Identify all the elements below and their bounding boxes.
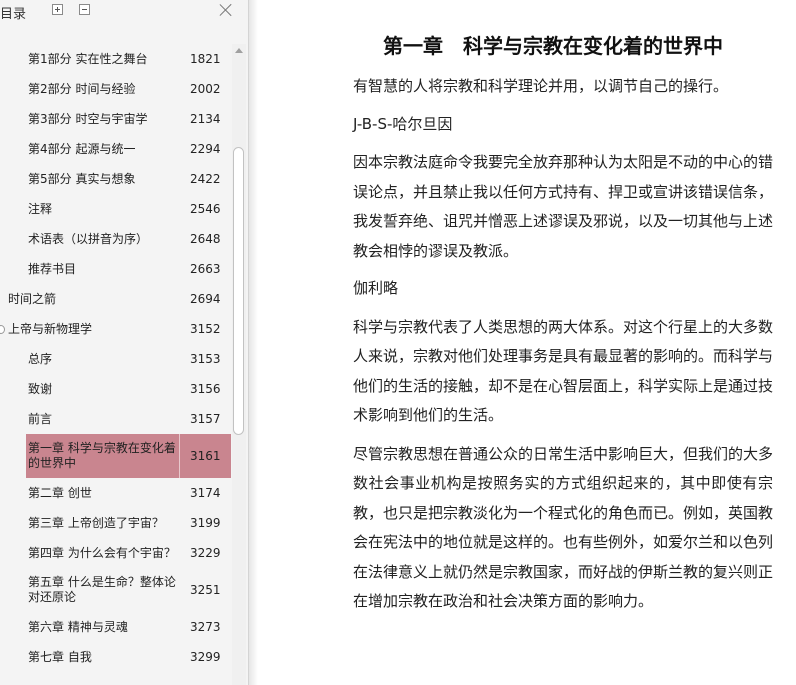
epigraph-text: 因本宗教法庭命令我要完全放弃那种认为太阳是不动的中心的错误论点，并且禁止我以任何… [353,153,774,260]
toc-item-label: 第2部分 时间与经验 [28,81,136,96]
toc-item[interactable]: 第五章 什么是生命？整体论对还原论 3251 [0,568,232,612]
toc-item-page: 2694 [190,292,221,306]
expand-node-icon[interactable] [0,325,5,334]
toc-item[interactable]: 第1部分 实在性之舞台 1821 [0,44,232,74]
toc-item-label: 注释 [28,201,53,216]
toc-item-page: 3152 [190,322,221,336]
toc-item-label: 第1部分 实在性之舞台 [28,51,148,66]
toc-item-page: 2422 [190,172,221,186]
chapter-title: 第一章 科学与宗教在变化着的世界中 [383,34,723,58]
toc-item-page: 3161 [190,449,221,463]
toc-item-page: 2648 [190,232,221,246]
toc-item[interactable]: 第3部分 时空与宇宙学 2134 [0,104,232,134]
toc-item[interactable]: 第三章 上帝创造了宇宙？ 3199 [0,508,232,538]
toc-item-label: 第二章 创世 [28,485,92,500]
epigraph-source: 伽利略 [353,279,399,297]
toc-header: 目录 [0,0,248,26]
toc-item-label: 第三章 上帝创造了宇宙？ [28,515,164,530]
toc-item-page: 3299 [190,650,221,664]
toc-item[interactable]: 总序 3153 [0,344,232,374]
toc-item[interactable]: 注释 2546 [0,194,232,224]
toc-item-label: 第四章 为什么会有个宇宙？ [28,545,176,560]
toc-item-page: 2546 [190,202,221,216]
toc-item-page: 3157 [190,412,221,426]
toc-item-page: 3156 [190,382,221,396]
toc-item[interactable]: 第二章 创世 3174 [0,478,232,508]
toc-item[interactable]: 致谢 3156 [0,374,232,404]
toc-sidebar: 目录 第1部分 实在性之舞台 1821 第2部分 时间与经验 2002 第3部分… [0,0,248,685]
toc-item-page: 2134 [190,112,221,126]
toc-item-page: 3199 [190,516,221,530]
toc-item-label: 术语表（以拼音为序） [28,231,149,246]
toc-item-label: 第七章 自我 [28,649,92,664]
toc-item[interactable]: 上帝与新物理学 3152 [0,314,232,344]
toc-item-page: 3174 [190,486,221,500]
toc-item-page: 3273 [190,620,221,634]
scroll-thumb[interactable] [233,147,244,435]
toc-item-selected[interactable]: 第一章 科学与宗教在变化着的世界中 3161 [0,434,232,478]
toc-item[interactable]: 时间之箭 2694 [0,284,232,314]
toc-item[interactable]: 术语表（以拼音为序） 2648 [0,224,232,254]
panel-splitter[interactable] [248,0,258,685]
toc-item-page: 3251 [190,583,221,597]
toc-item-page: 2002 [190,82,221,96]
toc-item-label: 第3部分 时空与宇宙学 [28,111,148,126]
toc-item-label: 第五章 什么是生命？整体论对还原论 [28,575,176,604]
expand-all-icon[interactable] [52,4,63,15]
body-paragraph: 尽管宗教思想在普通公众的日常生活中影响巨大，但我们的大多数社会事业机构是按照务实… [353,444,774,611]
toc-list: 第1部分 实在性之舞台 1821 第2部分 时间与经验 2002 第3部分 时空… [0,44,232,672]
scroll-up-arrow-icon[interactable] [235,48,243,53]
toc-item-label: 第5部分 真实与想象 [28,171,136,186]
toc-item[interactable]: 推荐书目 2663 [0,254,232,284]
toc-item-label: 致谢 [28,381,53,396]
epigraph-text: 有智慧的人将宗教和科学理论并用，以调节自己的操行。 [353,77,729,95]
close-icon[interactable] [218,2,234,18]
toc-item-label: 总序 [28,351,53,366]
chapter-content: 有智慧的人将宗教和科学理论并用，以调节自己的操行。 J-B-S-哈尔旦因 因本宗… [353,72,773,626]
body-paragraph: 科学与宗教代表了人类思想的两大体系。对这个行星上的大多数人来说，宗教对他们处理事… [353,317,774,425]
toc-item[interactable]: 第七章 自我 3299 [0,642,232,672]
toc-item-page: 1821 [190,52,221,66]
toc-item-label: 时间之箭 [8,291,57,306]
collapse-all-icon[interactable] [79,4,90,15]
toc-item[interactable]: 第四章 为什么会有个宇宙？ 3229 [0,538,232,568]
toc-item-page: 3153 [190,352,221,366]
toc-item-page: 3229 [190,546,221,560]
toc-item[interactable]: 第4部分 起源与统一 2294 [0,134,232,164]
toc-item-label: 上帝与新物理学 [8,321,93,336]
toc-scrollbar[interactable] [232,44,246,685]
toc-item[interactable]: 前言 3157 [0,404,232,434]
toc-title: 目录 [0,7,27,22]
toc-item[interactable]: 第2部分 时间与经验 2002 [0,74,232,104]
toc-item-label: 前言 [28,411,53,426]
toc-item-page: 2294 [190,142,221,156]
toc-item-label: 第六章 精神与灵魂 [28,619,128,634]
toc-item-label: 第一章 科学与宗教在变化着的世界中 [28,441,176,470]
toc-item-page: 2663 [190,262,221,276]
epigraph-source: J-B-S-哈尔旦因 [353,114,453,133]
toc-item[interactable]: 第六章 精神与灵魂 3273 [0,612,232,642]
toc-item-label: 第4部分 起源与统一 [28,141,136,156]
toc-item-label: 推荐书目 [28,261,77,276]
reading-page: 第一章 科学与宗教在变化着的世界中 有智慧的人将宗教和科学理论并用，以调节自己的… [258,0,796,685]
toc-item[interactable]: 第5部分 真实与想象 2422 [0,164,232,194]
